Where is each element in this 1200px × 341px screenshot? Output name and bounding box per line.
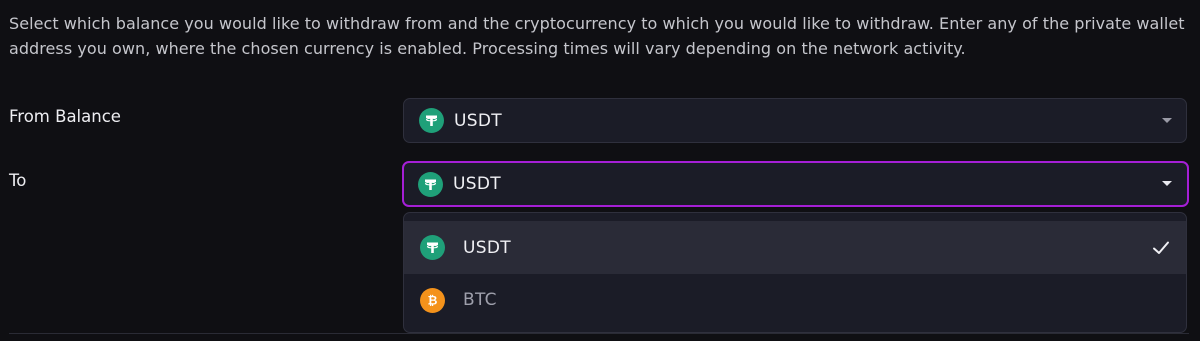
currency-dropdown: USDT ₿ BTC — [403, 212, 1187, 333]
intro-line-1: Select which balance you would like to w… — [9, 14, 1185, 33]
bitcoin-icon: ₿ — [420, 287, 445, 313]
option-btc[interactable]: ₿ BTC — [404, 274, 1186, 326]
check-icon — [1152, 239, 1170, 261]
option-label: BTC — [463, 290, 497, 310]
to-label: To — [9, 171, 27, 190]
divider — [9, 333, 1189, 334]
from-balance-value: USDT — [454, 110, 502, 131]
from-balance-select[interactable]: USDT — [403, 98, 1187, 143]
withdraw-form: Select which balance you would like to w… — [0, 0, 1200, 341]
intro-text: Select which balance you would like to w… — [9, 11, 1189, 61]
from-balance-label: From Balance — [9, 107, 121, 126]
tether-icon — [420, 235, 445, 260]
option-usdt[interactable]: USDT — [404, 221, 1186, 274]
chevron-down-icon — [1162, 117, 1172, 123]
chevron-down-icon — [1162, 181, 1172, 186]
tether-icon — [418, 171, 443, 197]
intro-line-2: address you own, where the chosen curren… — [9, 39, 966, 58]
option-label: USDT — [463, 237, 511, 258]
svg-text:₿: ₿ — [428, 294, 438, 308]
tether-icon — [419, 108, 444, 133]
to-currency-value: USDT — [453, 174, 501, 194]
to-currency-select[interactable]: USDT — [402, 161, 1189, 207]
